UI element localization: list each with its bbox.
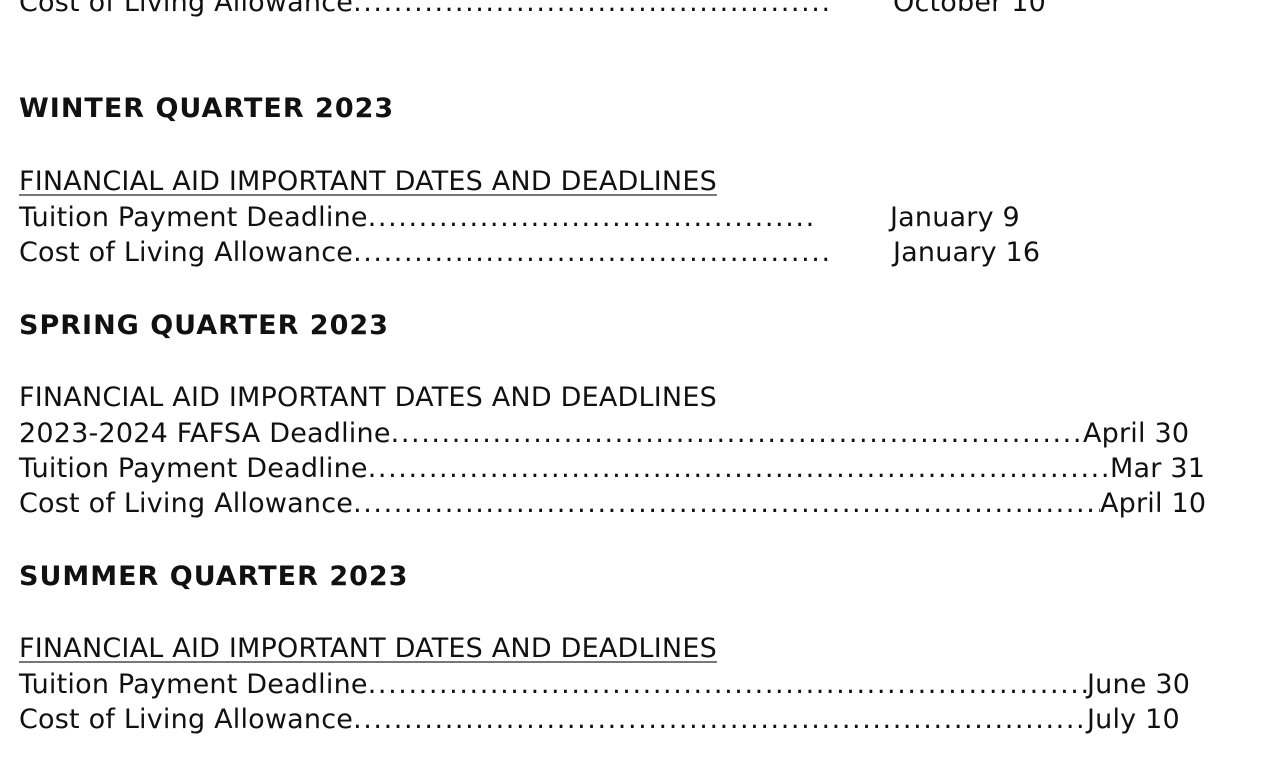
dot-leader: ........................................…: [353, 704, 1087, 735]
deadline-row-spring-tuition: Tuition Payment Deadline................…: [19, 452, 1205, 486]
deadline-date: April 10: [1100, 488, 1207, 519]
deadline-date: January 9: [890, 202, 1020, 233]
deadline-row-summer-cola: Cost of Living Allowance................…: [19, 703, 1180, 737]
dot-leader: ........................................…: [353, 488, 1100, 519]
quarter-heading-summer: SUMMER QUARTER 2023: [19, 561, 409, 592]
deadline-row-winter-cola: Cost of Living Allowance ...............…: [19, 236, 1040, 270]
deadline-row-fall-cola: Cost of Living Allowance ...............…: [19, 0, 1046, 20]
quarter-heading-spring: SPRING QUARTER 2023: [19, 310, 389, 341]
dot-leader: ........................................…: [390, 418, 1083, 449]
deadline-label: Cost of Living Allowance: [19, 488, 354, 519]
section-subheading-summer: FINANCIAL AID IMPORTANT DATES AND DEADLI…: [19, 633, 717, 664]
deadline-row-winter-tuition: Tuition Payment Deadline................…: [19, 201, 1020, 235]
deadline-date: Mar 31: [1110, 453, 1206, 484]
deadline-date: October 10: [893, 0, 1046, 18]
deadline-row-summer-tuition: Tuition Payment Deadline................…: [19, 668, 1190, 702]
deadline-row-spring-fafsa: 2023-2024 FAFSA Deadline................…: [19, 417, 1189, 451]
quarter-heading-winter: WINTER QUARTER 2023: [19, 93, 395, 124]
deadline-date: July 10: [1087, 704, 1180, 735]
deadline-label: Cost of Living Allowance: [19, 704, 354, 735]
deadline-date: January 16: [893, 237, 1041, 268]
dot-leader: ........................................…: [353, 237, 828, 268]
dot-leader: ........................................…: [353, 0, 828, 18]
deadline-label: Cost of Living Allowance: [19, 0, 354, 18]
dot-leader: ........................................…: [367, 202, 818, 233]
deadline-date: April 30: [1083, 418, 1190, 449]
deadline-label: 2023-2024 FAFSA Deadline: [19, 418, 391, 449]
dot-leader: ........................................…: [367, 453, 1110, 484]
dot-leader: ........................................…: [367, 669, 1087, 700]
deadline-label: Tuition Payment Deadline: [19, 453, 368, 484]
deadline-label: Cost of Living Allowance: [19, 237, 354, 268]
section-subheading-winter: FINANCIAL AID IMPORTANT DATES AND DEADLI…: [19, 166, 717, 197]
deadline-label: Tuition Payment Deadline: [19, 202, 368, 233]
deadline-date: June 30: [1087, 669, 1191, 700]
section-subheading-spring: FINANCIAL AID IMPORTANT DATES AND DEADLI…: [19, 382, 717, 413]
deadline-row-spring-cola: Cost of Living Allowance................…: [19, 487, 1206, 521]
deadline-label: Tuition Payment Deadline: [19, 669, 368, 700]
